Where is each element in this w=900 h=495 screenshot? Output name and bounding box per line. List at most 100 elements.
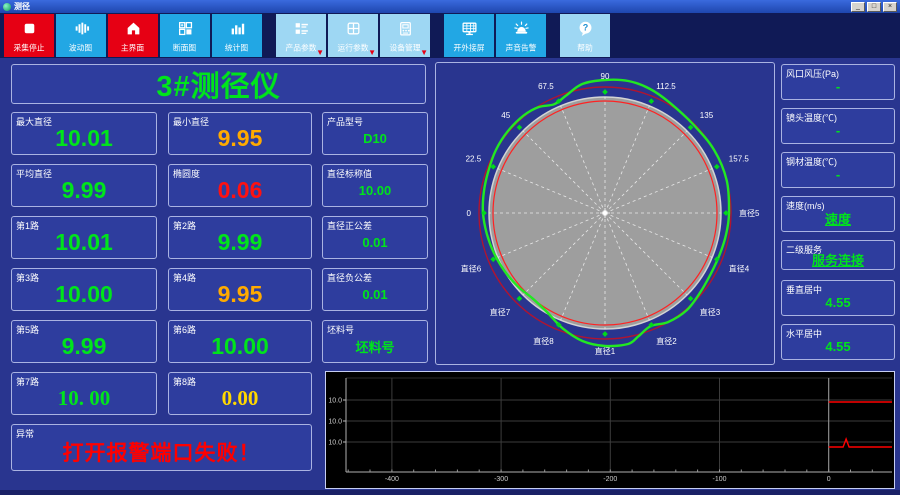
toolbar-button-label: 开外接屏 <box>453 43 485 53</box>
toolbar-button-10[interactable]: 声音告警 <box>496 14 546 57</box>
metric-box-第8路: 第8路 0.00 <box>168 372 312 415</box>
toolbar-button-4[interactable]: 断面图 <box>160 14 210 57</box>
svg-text:直径2: 直径2 <box>656 336 677 346</box>
metric-box-直径负公差: 直径负公差 0.01 <box>322 268 428 311</box>
metric-value: 0.01 <box>362 286 388 302</box>
metric-box-第3路: 第3路 10.00 <box>11 268 157 311</box>
dropdown-caret-icon: ▼ <box>368 48 376 57</box>
metric-box-直径正公差: 直径正公差 0.01 <box>322 216 428 259</box>
device-manage-icon-wrap <box>397 14 414 41</box>
svg-text:直径6: 直径6 <box>461 263 482 273</box>
status-box-速度(m/s): 速度(m/s) 速度 <box>781 196 895 232</box>
gauge-title: 3#测径仪 <box>156 71 281 103</box>
metric-value: 10.00 <box>55 280 113 307</box>
toolbar-button-1[interactable]: 采集停止 <box>4 14 54 57</box>
home-icon-wrap <box>125 14 142 41</box>
metric-box-最大直径: 最大直径 10.01 <box>11 112 157 155</box>
metric-box-坯料号: 坯料号 坯料号 <box>322 320 428 363</box>
help-icon: ? <box>579 21 591 36</box>
device-manage-icon <box>399 22 411 36</box>
sections-icon-wrap <box>177 14 194 41</box>
metric-box-平均直径: 平均直径 9.99 <box>11 164 157 207</box>
svg-text:直径3: 直径3 <box>700 307 721 317</box>
svg-text:90: 90 <box>601 72 610 81</box>
status-box-镜头温度(℃): 镜头温度(℃) - <box>781 108 895 144</box>
status-value: 4.55 <box>825 295 851 310</box>
svg-text:45: 45 <box>501 111 510 120</box>
maximize-button[interactable]: □ <box>867 1 881 12</box>
toolbar-button-9[interactable]: 开外接屏 <box>444 14 494 57</box>
status-value[interactable]: 服务连接 <box>782 241 894 269</box>
alarm-siren-icon-wrap <box>513 14 530 41</box>
metric-box-第4路: 第4路 9.95 <box>168 268 312 311</box>
status-value[interactable]: 速度 <box>782 197 894 231</box>
status-bar <box>0 490 900 495</box>
status-box-风口风压(Pa): 风口风压(Pa) - <box>781 64 895 100</box>
status-value: 4.55 <box>825 339 851 354</box>
alarm-siren-icon <box>513 21 529 34</box>
status-value: - <box>835 167 841 182</box>
toolbar-button-8[interactable]: 设备管理 ▼ <box>380 14 430 57</box>
toolbar-button-5[interactable]: 统计图 <box>212 14 262 57</box>
metric-value: 0.00 <box>221 385 259 410</box>
minimize-button[interactable]: _ <box>851 1 865 12</box>
svg-text:?: ? <box>582 23 588 33</box>
svg-text:0: 0 <box>827 476 831 483</box>
metric-value: 0.01 <box>362 234 388 250</box>
waveform-icon <box>75 22 89 35</box>
toolbar-button-label: 主界面 <box>121 43 145 53</box>
stop-icon-wrap <box>21 14 38 41</box>
svg-text:-400: -400 <box>385 476 399 483</box>
alarm-box: 异常 打开报警端口失败！ <box>11 424 312 471</box>
toolbar-button-7[interactable]: 运行参数 ▼ <box>328 14 378 57</box>
toolbar-button-6[interactable]: 产品参数 ▼ <box>276 14 326 57</box>
status-value: - <box>835 123 841 138</box>
external-screen-icon-wrap <box>461 14 478 41</box>
metric-box-第6路: 第6路 10.00 <box>168 320 312 363</box>
status-box-钢材温度(℃): 钢材温度(℃) - <box>781 152 895 188</box>
toolbar-button-label: 帮助 <box>577 43 593 53</box>
metric-value: 坯料号 <box>355 339 395 355</box>
toolbar-button-label: 采集停止 <box>13 43 45 53</box>
external-screen-icon <box>461 22 477 36</box>
metric-value: 10. 00 <box>57 385 111 410</box>
svg-text:22.5: 22.5 <box>466 155 482 164</box>
sections-icon <box>178 22 192 36</box>
svg-text:0: 0 <box>467 209 472 218</box>
barchart-icon-wrap <box>229 14 246 41</box>
close-button[interactable]: × <box>883 1 897 12</box>
toolbar-button-3[interactable]: 主界面 <box>108 14 158 57</box>
svg-text:10.0: 10.0 <box>328 440 342 447</box>
diameter-gauge-app: { "window": { "title": "测径", "minimize":… <box>0 0 900 495</box>
metric-value: 9.99 <box>61 332 107 359</box>
titlebar: 测径 _ □ × <box>0 0 900 13</box>
metric-value: 10.00 <box>358 182 392 198</box>
toolbar-button-label: 产品参数 <box>285 43 317 53</box>
metric-value: 0.06 <box>217 176 263 203</box>
trend-line-chart: 10.0 10.0 10.0 -400 -300 -200 -100 0 <box>328 377 892 483</box>
status-box-二级服务: 二级服务 服务连接 <box>781 240 895 270</box>
toolbar-button-label: 运行参数 <box>337 43 369 53</box>
run-params-icon <box>347 22 359 35</box>
svg-text:直径8: 直径8 <box>533 336 554 346</box>
profile-polar-chart: 0 22.5 45 67.5 90 112.5 135 157.5 直径5 直径4 直径3 直径2 直径… <box>461 72 760 356</box>
metric-value: 10.01 <box>55 228 113 255</box>
svg-text:直径4: 直径4 <box>729 263 750 273</box>
svg-text:-300: -300 <box>494 476 508 483</box>
toolbar-button-2[interactable]: 波动图 <box>56 14 106 57</box>
metric-value: D10 <box>363 130 387 146</box>
profile-chart-panel: 0 22.5 45 67.5 90 112.5 135 157.5 直径5 直径4 直径3 直径2 直径… <box>435 62 775 365</box>
alarm-message: 打开报警端口失败！ <box>62 442 261 465</box>
trend-chart-panel: 10.0 10.0 10.0 -400 -300 -200 -100 0 <box>325 371 895 489</box>
svg-text:直径7: 直径7 <box>490 307 511 317</box>
metric-value: 10.01 <box>55 124 113 151</box>
toolbar-gap <box>548 14 560 57</box>
status-box-水平居中: 水平居中 4.55 <box>781 324 895 360</box>
toolbar-button-11[interactable]: ? 帮助 <box>560 14 610 57</box>
svg-text:10.0: 10.0 <box>328 398 342 405</box>
status-value: - <box>835 79 841 94</box>
metric-value: 10.00 <box>211 332 269 359</box>
toolbar-gap <box>432 14 444 57</box>
svg-text:直径1: 直径1 <box>595 346 616 356</box>
waveform-icon-wrap <box>73 14 90 41</box>
